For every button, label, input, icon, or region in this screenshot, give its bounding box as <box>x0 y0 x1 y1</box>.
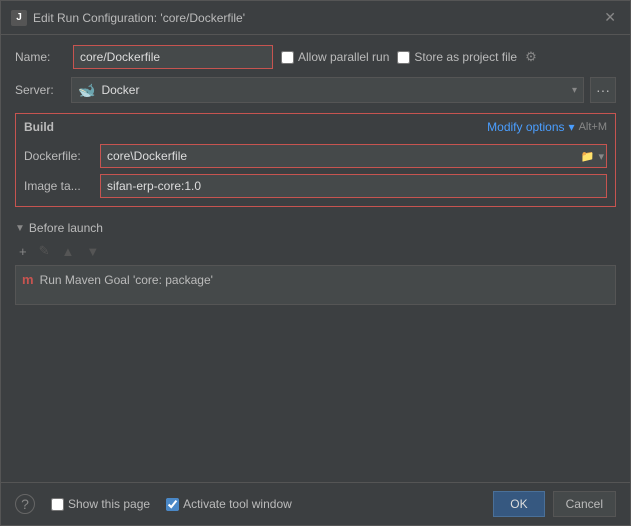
add-button[interactable]: + <box>15 242 31 261</box>
bottom-bar: ? Show this page Activate tool window OK… <box>1 482 630 525</box>
bottom-right: OK Cancel <box>493 491 616 517</box>
name-input[interactable] <box>73 45 273 69</box>
move-up-button[interactable]: ▲ <box>58 242 79 261</box>
activate-tool-label[interactable]: Activate tool window <box>166 497 292 511</box>
dialog-content: Name: Allow parallel run Store as projec… <box>1 35 630 482</box>
cancel-button[interactable]: Cancel <box>553 491 616 517</box>
maven-task-label: Run Maven Goal 'core: package' <box>40 273 213 287</box>
build-label: Build <box>24 120 54 134</box>
activate-tool-checkbox[interactable] <box>166 498 179 511</box>
build-section: Build Modify options ▾ Alt+M Dockerfile:… <box>15 113 616 207</box>
before-launch-toolbar: + ✎ ▲ ▼ <box>15 241 616 261</box>
store-as-project-label[interactable]: Store as project file <box>397 50 517 64</box>
maven-icon: m <box>22 272 34 287</box>
list-item[interactable]: m Run Maven Goal 'core: package' <box>22 270 609 289</box>
allow-parallel-label[interactable]: Allow parallel run <box>281 50 389 64</box>
bottom-left: ? Show this page Activate tool window <box>15 494 292 514</box>
image-tag-row: Image ta... <box>24 174 607 198</box>
app-icon: J <box>11 10 27 26</box>
image-tag-input[interactable] <box>100 174 607 198</box>
docker-icon: 🐋 <box>78 82 95 99</box>
store-as-project-checkbox[interactable] <box>397 51 410 64</box>
dockerfile-input-wrapper: 📁 ▾ <box>100 144 607 168</box>
ok-button[interactable]: OK <box>493 491 544 517</box>
launch-items-list: m Run Maven Goal 'core: package' <box>15 265 616 305</box>
image-tag-input-wrapper <box>100 174 607 198</box>
dockerfile-dropdown-arrow[interactable]: ▾ <box>597 149 605 164</box>
server-select[interactable]: 🐋 Docker ▾ <box>71 77 584 103</box>
modify-options-button[interactable]: Modify options ▾ Alt+M <box>487 120 607 134</box>
server-name: Docker <box>101 83 139 97</box>
server-label: Server: <box>15 83 65 97</box>
dockerfile-label: Dockerfile: <box>24 149 94 163</box>
dialog-title: Edit Run Configuration: 'core/Dockerfile… <box>33 11 245 25</box>
close-button[interactable]: ✕ <box>600 7 620 28</box>
modify-options-shortcut: Alt+M <box>579 121 607 133</box>
name-label: Name: <box>15 50 65 64</box>
show-page-label[interactable]: Show this page <box>51 497 150 511</box>
folder-icon[interactable]: 📁 <box>580 149 596 164</box>
collapse-icon[interactable]: ▼ <box>15 223 25 234</box>
dockerfile-input[interactable] <box>100 144 607 168</box>
name-row: Name: Allow parallel run Store as projec… <box>15 45 616 69</box>
allow-parallel-checkbox[interactable] <box>281 51 294 64</box>
server-row: Server: 🐋 Docker ▾ ··· <box>15 77 616 103</box>
show-page-checkbox[interactable] <box>51 498 64 511</box>
gear-icon[interactable]: ⚙ <box>525 49 537 65</box>
dockerfile-icons: 📁 ▾ <box>580 149 605 164</box>
help-button[interactable]: ? <box>15 494 35 514</box>
title-bar: J Edit Run Configuration: 'core/Dockerfi… <box>1 1 630 35</box>
image-tag-label: Image ta... <box>24 179 94 193</box>
server-dropdown-arrow: ▾ <box>572 85 577 96</box>
dockerfile-row: Dockerfile: 📁 ▾ <box>24 144 607 168</box>
server-more-button[interactable]: ··· <box>590 77 616 103</box>
before-launch-header: ▼ Before launch <box>15 221 616 235</box>
before-launch-label: Before launch <box>29 221 103 235</box>
build-header: Build Modify options ▾ Alt+M <box>24 120 607 134</box>
before-launch-section: ▼ Before launch + ✎ ▲ ▼ m Run Maven Goal… <box>15 221 616 305</box>
edit-button[interactable]: ✎ <box>35 241 54 261</box>
move-down-button[interactable]: ▼ <box>82 242 103 261</box>
